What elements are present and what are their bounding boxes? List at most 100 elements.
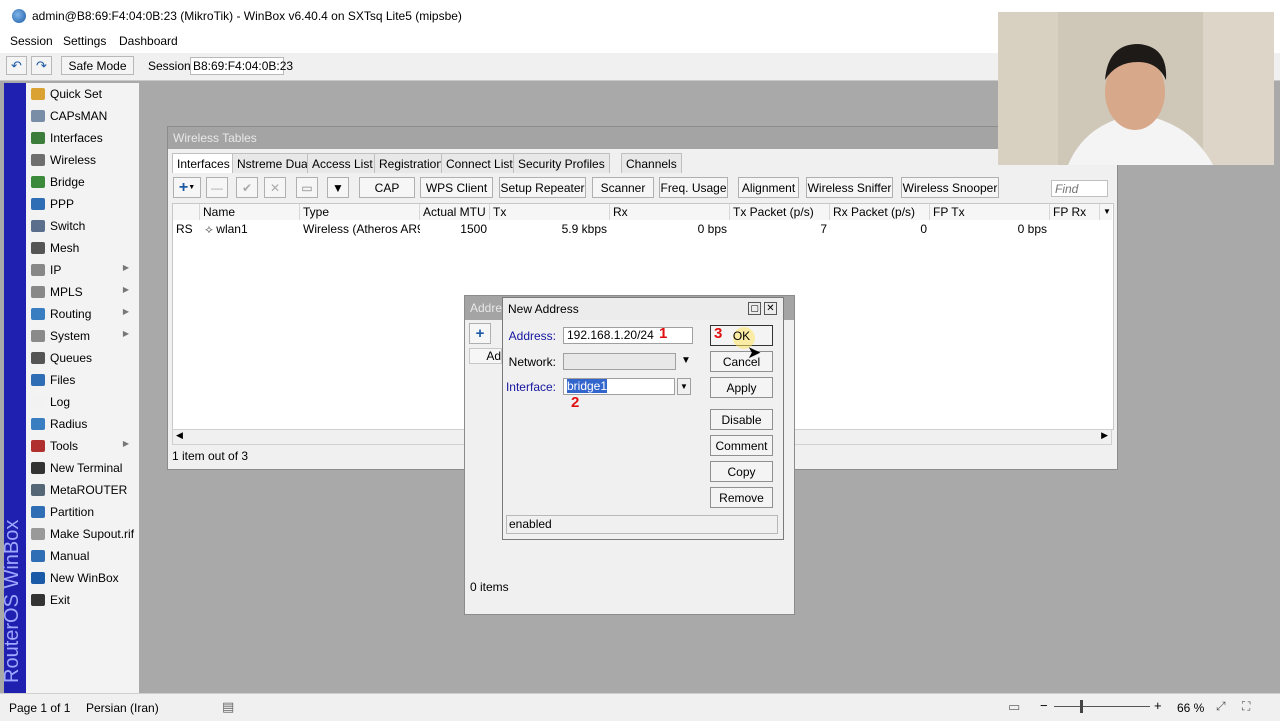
cap-button[interactable]: CAP [359, 177, 415, 198]
fullscreen-icon[interactable]: ⛶ [1242, 699, 1250, 714]
zoom-level[interactable]: 66 % [1177, 701, 1204, 715]
menu-session[interactable]: Session [10, 34, 53, 48]
close-icon[interactable]: ✕ [764, 302, 777, 315]
column-rx[interactable]: Rx [610, 204, 730, 220]
sidebar-item-interfaces[interactable]: Interfaces [28, 127, 137, 148]
zoom-in-icon[interactable]: + [1154, 698, 1162, 713]
sidebar-item-manual[interactable]: Manual [28, 545, 137, 566]
scroll-left-icon[interactable]: ◀ [176, 430, 183, 441]
sidebar-item-wireless[interactable]: Wireless [28, 149, 137, 170]
sidebar-item-radius[interactable]: Radius [28, 413, 137, 434]
menu-settings[interactable]: Settings [63, 34, 106, 48]
remove-button[interactable]: — [206, 177, 228, 198]
tab-interfaces[interactable]: Interfaces [172, 153, 235, 173]
apply-button[interactable]: Apply [710, 377, 773, 398]
tab-nstreme-dual[interactable]: Nstreme Dual [232, 153, 316, 173]
filter-icon: ▼ [332, 180, 344, 195]
sidebar-item-quick-set[interactable]: Quick Set [28, 83, 137, 104]
track-changes-icon[interactable]: ▤ [222, 699, 234, 715]
sidebar-item-ppp[interactable]: PPP [28, 193, 137, 214]
setup-repeater-button[interactable]: Setup Repeater [499, 177, 586, 198]
sidebar-item-metarouter[interactable]: MetaROUTER [28, 479, 137, 500]
sidebar-item-system[interactable]: System ▶ [28, 325, 137, 346]
sidebar-item-tools[interactable]: Tools ▶ [28, 435, 137, 456]
sidebar-item-label: MPLS [50, 284, 83, 299]
zoom-slider-thumb[interactable] [1080, 700, 1083, 713]
wireless-sniffer-button[interactable]: Wireless Sniffer [806, 177, 893, 198]
columns-menu-icon[interactable]: ▼ [1100, 204, 1112, 220]
tab-registration[interactable]: Registration [374, 153, 449, 173]
sidebar-item-new-terminal[interactable]: New Terminal [28, 457, 137, 478]
alignment-button[interactable]: Alignment [738, 177, 799, 198]
interface-dropdown-icon[interactable]: ▼ [677, 378, 691, 395]
sidebar-item-queues[interactable]: Queues [28, 347, 137, 368]
sidebar-item-switch[interactable]: Switch [28, 215, 137, 236]
column-fp-tx[interactable]: FP Tx [930, 204, 1050, 220]
sidebar-item-capsman[interactable]: CAPsMAN [28, 105, 137, 126]
session-field[interactable]: B8:69:F4:04:0B:23 [190, 57, 293, 75]
wireless-snooper-button[interactable]: Wireless Snooper [901, 177, 999, 198]
sidebar-item-label: Bridge [50, 174, 85, 189]
column-rx-packet[interactable]: Rx Packet (p/s) [830, 204, 930, 220]
filter-button[interactable]: ▼ [327, 177, 349, 198]
comment-button[interactable]: Comment [710, 435, 773, 456]
mesh-icon [31, 241, 45, 254]
column-type[interactable]: Type [300, 204, 420, 220]
undo-button[interactable]: ↶ [6, 56, 27, 75]
sidebar-item-label: Wireless [50, 152, 97, 167]
network-field[interactable] [563, 353, 676, 370]
language-indicator[interactable]: Persian (Iran) [86, 701, 159, 715]
sidebar-item-make-supout-rif[interactable]: Make Supout.rif [28, 523, 137, 544]
add-button[interactable]: + ▼ [173, 177, 201, 198]
comment-button[interactable]: ▭ [296, 177, 318, 198]
tab-security-profiles[interactable]: Security Profiles [513, 153, 610, 173]
sidebar-item-ip[interactable]: IP ▶ [28, 259, 137, 280]
address-add-button[interactable]: + [469, 323, 491, 344]
scanner-button[interactable]: Scanner [592, 177, 654, 198]
find-input[interactable] [1051, 180, 1108, 197]
wps-client-button[interactable]: WPS Client [420, 177, 493, 198]
enable-button[interactable]: ✔ [236, 177, 258, 198]
address-field[interactable]: 192.168.1.20/24 [563, 327, 693, 344]
column-name[interactable]: Name [200, 204, 300, 220]
zoom-out-icon[interactable]: − [1040, 698, 1048, 713]
check-icon: ✔ [241, 180, 253, 195]
menu-dashboard[interactable]: Dashboard [119, 34, 178, 48]
interface-select[interactable]: bridge1 [563, 378, 675, 395]
sidebar-item-exit[interactable]: Exit [28, 589, 137, 610]
sidebar-item-routing[interactable]: Routing ▶ [28, 303, 137, 324]
column-tx-packet[interactable]: Tx Packet (p/s) [730, 204, 830, 220]
scroll-right-icon[interactable]: ▶ [1101, 430, 1108, 441]
network-dropdown-icon[interactable]: ▼ [681, 355, 691, 366]
annotation-mark-3: 3 [714, 325, 723, 342]
column-actual-mtu[interactable]: Actual MTU [420, 204, 490, 220]
column-fp-rx[interactable]: FP Rx [1050, 204, 1100, 220]
copy-button[interactable]: Copy [710, 461, 773, 482]
sidebar-item-new-winbox[interactable]: New WinBox [28, 567, 137, 588]
safe-mode-button[interactable]: Safe Mode [61, 56, 134, 75]
column-flags[interactable] [173, 204, 200, 220]
cancel-button[interactable]: Cancel [710, 351, 773, 372]
focus-icon[interactable]: ▭ [1008, 699, 1020, 715]
remove-button[interactable]: Remove [710, 487, 773, 508]
tab-channels[interactable]: Channels [621, 153, 682, 173]
tab-connect-list[interactable]: Connect List [441, 153, 518, 173]
sidebar-item-partition[interactable]: Partition [28, 501, 137, 522]
disable-button[interactable]: Disable [710, 409, 773, 430]
disable-button[interactable]: ✕ [264, 177, 286, 198]
sidebar-item-bridge[interactable]: Bridge [28, 171, 137, 192]
sidebar-item-mpls[interactable]: MPLS ▶ [28, 281, 137, 302]
fit-window-icon[interactable]: ⤢ [1216, 699, 1226, 714]
new-address-dialog: New Address ▢ ✕ Address: 192.168.1.20/24… [502, 297, 784, 540]
sidebar-item-files[interactable]: Files [28, 369, 137, 390]
address-column-header[interactable]: Ad [469, 348, 502, 364]
submenu-arrow-icon: ▶ [122, 439, 129, 448]
column-tx[interactable]: Tx [490, 204, 610, 220]
zoom-slider[interactable] [1054, 706, 1150, 707]
sidebar-item-log[interactable]: Log [28, 391, 137, 412]
maximize-icon[interactable]: ▢ [748, 302, 761, 315]
redo-button[interactable]: ↷ [31, 56, 52, 75]
freq-usage-button[interactable]: Freq. Usage [659, 177, 728, 198]
sidebar-item-mesh[interactable]: Mesh [28, 237, 137, 258]
tab-access-list[interactable]: Access List [307, 153, 378, 173]
